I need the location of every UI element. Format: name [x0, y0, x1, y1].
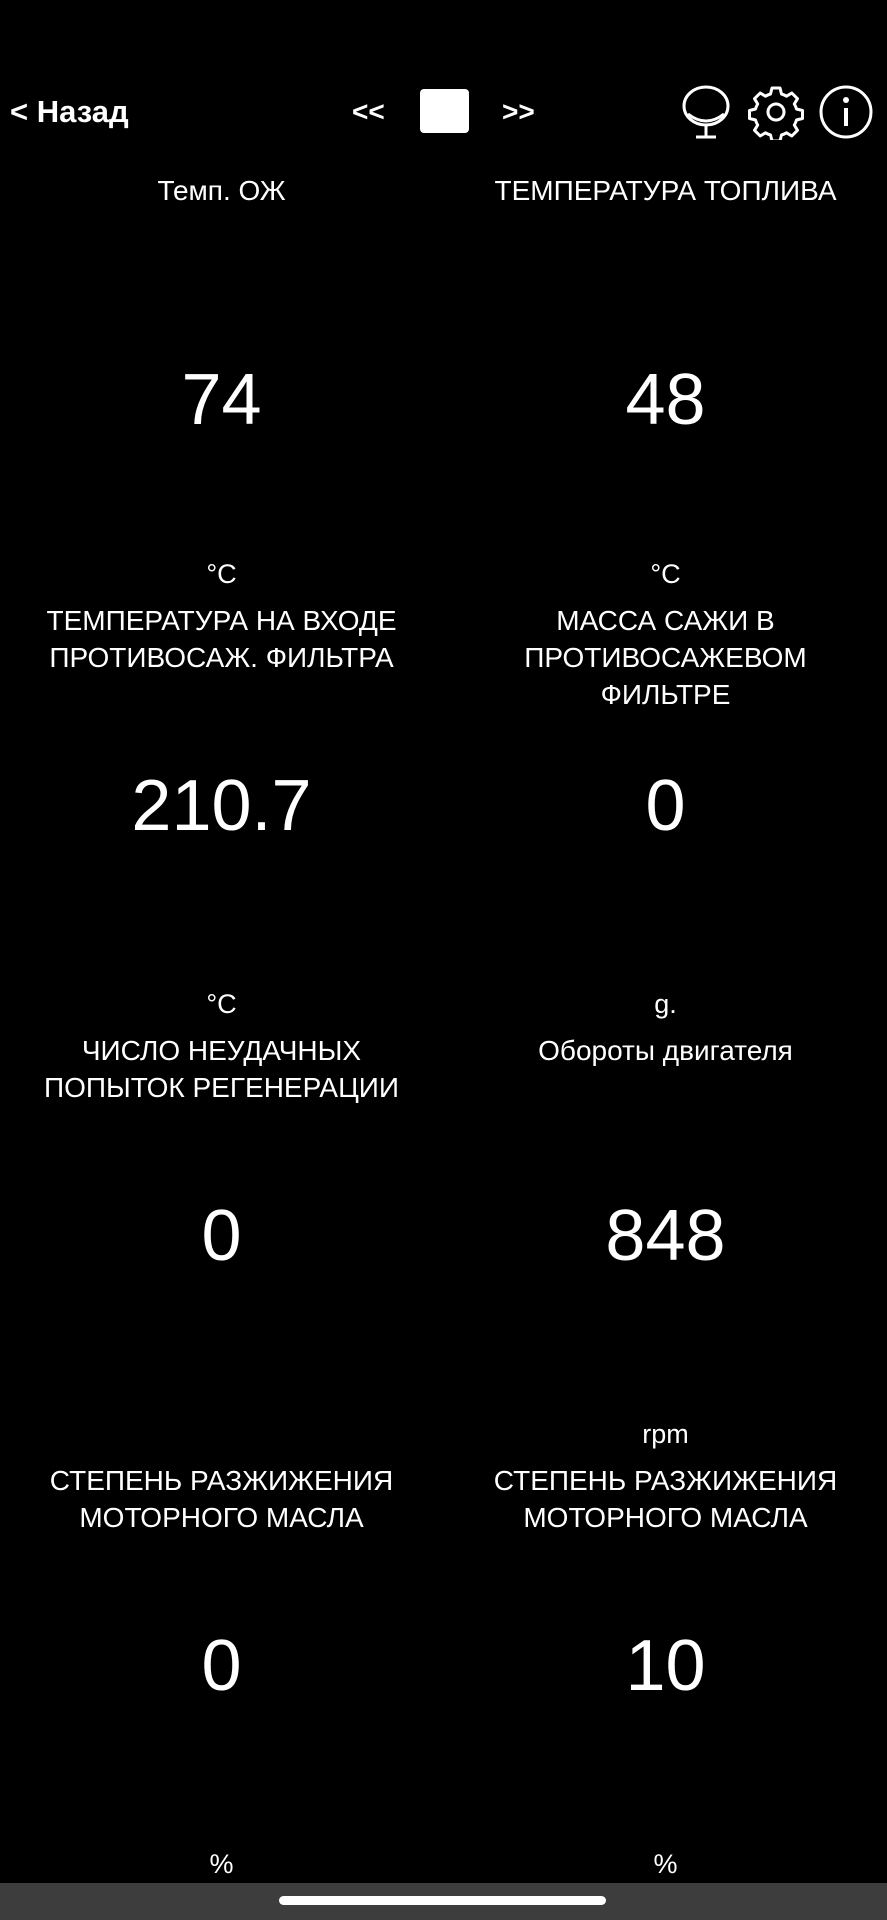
- gauge-coolant-temp[interactable]: Темп. ОЖ 74 °C: [0, 172, 443, 602]
- gauge-failed-regen-attempts[interactable]: ЧИСЛО НЕУДАЧНЫХ ПОПЫТОК РЕГЕНЕРАЦИИ 0: [0, 1032, 443, 1462]
- gauge-oil-dilution-2[interactable]: СТЕПЕНЬ РАЗЖИЖЕНИЯ МОТОРНОГО МАСЛА 10 %: [444, 1462, 887, 1892]
- gauge-title: ЧИСЛО НЕУДАЧНЫХ ПОПЫТОК РЕГЕНЕРАЦИИ: [43, 1035, 400, 1103]
- gauge-value: 10: [625, 1626, 706, 1706]
- prev-page-button[interactable]: <<: [352, 96, 385, 128]
- gauge-fuel-temp[interactable]: ТЕМПЕРАТУРА ТОПЛИВА 48 °C: [444, 172, 887, 602]
- gauge-unit: %: [209, 1849, 234, 1879]
- gauge-title: СТЕПЕНЬ РАЗЖИЖЕНИЯ МОТОРНОГО МАСЛА: [49, 1465, 394, 1533]
- gauge-title: ТЕМПЕРАТУРА ТОПЛИВА: [494, 175, 837, 206]
- gauge-title: СТЕПЕНЬ РАЗЖИЖЕНИЯ МОТОРНОГО МАСЛА: [493, 1465, 838, 1533]
- gauge-title: Обороты двигателя: [538, 1035, 793, 1066]
- gauge-value: 48: [625, 360, 706, 440]
- gauge-value: 848: [605, 1196, 726, 1276]
- gauge-dpf-inlet-temp[interactable]: ТЕМПЕРАТУРА НА ВХОДЕ ПРОТИВОСАЖ. ФИЛЬТРА…: [0, 602, 443, 1032]
- info-icon[interactable]: [818, 84, 874, 140]
- system-navigation-bar: [0, 1883, 887, 1920]
- gauge-unit: °C: [650, 559, 681, 589]
- home-gesture-handle[interactable]: [279, 1896, 606, 1905]
- gauge-title: ТЕМПЕРАТУРА НА ВХОДЕ ПРОТИВОСАЖ. ФИЛЬТРА: [46, 605, 397, 673]
- gauge-unit: g.: [654, 989, 677, 1019]
- gauge-oil-dilution-1[interactable]: СТЕПЕНЬ РАЗЖИЖЕНИЯ МОТОРНОГО МАСЛА 0 %: [0, 1462, 443, 1892]
- gauge-value: 0: [201, 1196, 242, 1276]
- next-page-button[interactable]: >>: [502, 96, 535, 128]
- gauge-value: 210.7: [131, 766, 312, 846]
- page-indicator[interactable]: [420, 89, 469, 133]
- gauge-value: 0: [645, 766, 686, 846]
- gauge-value: 0: [201, 1626, 242, 1706]
- gauge-title: МАССА САЖИ В ПРОТИВОСАЖЕВОМ ФИЛЬТРЕ: [524, 605, 807, 710]
- gauge-unit: %: [653, 1849, 678, 1879]
- back-button[interactable]: < Назад: [10, 94, 129, 130]
- gauge-title: Темп. ОЖ: [157, 175, 286, 206]
- microphone-icon[interactable]: [678, 84, 734, 140]
- screen: < Назад << >> Темп. ОЖ 74 °C ТЕМПЕРАТУРА…: [0, 0, 887, 1920]
- gauge-unit: rpm: [642, 1419, 689, 1449]
- gear-icon[interactable]: [748, 84, 804, 140]
- gauge-value: 74: [181, 360, 262, 440]
- top-bar: < Назад << >>: [0, 80, 887, 146]
- gauge-dpf-soot-mass[interactable]: МАССА САЖИ В ПРОТИВОСАЖЕВОМ ФИЛЬТРЕ 0 g.: [444, 602, 887, 1032]
- gauge-unit: °C: [206, 989, 237, 1019]
- gauge-unit: °C: [206, 559, 237, 589]
- gauge-engine-rpm[interactable]: Обороты двигателя 848 rpm: [444, 1032, 887, 1462]
